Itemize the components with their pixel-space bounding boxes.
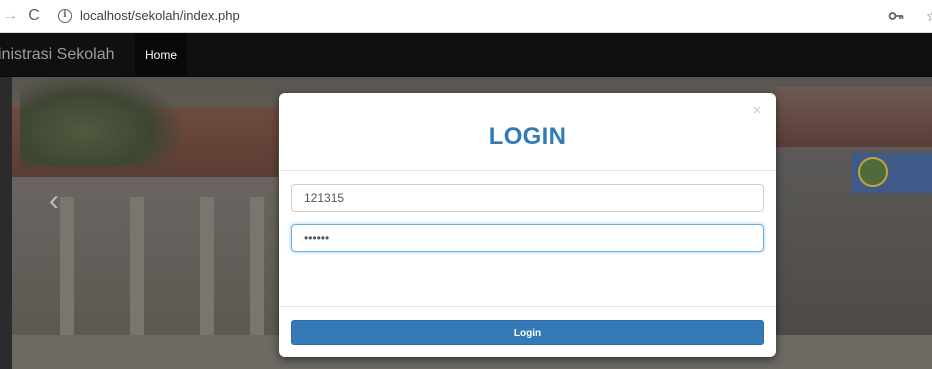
modal-title: LOGIN (488, 123, 567, 150)
tree-foliage (20, 77, 180, 167)
bookmark-star-icon[interactable]: ☆ (926, 8, 932, 24)
page-content: inistrasi Sekolah Home ‹ × LOGIN Login (0, 33, 932, 369)
nav-link-home[interactable]: Home (135, 33, 188, 77)
info-icon[interactable]: i (58, 9, 72, 23)
modal-body (279, 171, 776, 306)
login-button[interactable]: Login (291, 320, 764, 345)
url-text[interactable]: localhost/sekolah/index.php (80, 8, 240, 23)
password-input[interactable] (291, 224, 764, 252)
address-bar[interactable]: i localhost/sekolah/index.php (50, 4, 908, 29)
reload-icon[interactable]: C (24, 6, 44, 26)
browser-toolbar: → C i localhost/sekolah/index.php ☆ (0, 0, 932, 33)
navbar: inistrasi Sekolah Home (0, 33, 932, 77)
navbar-brand[interactable]: inistrasi Sekolah (0, 46, 115, 64)
back-arrow-icon[interactable]: → (0, 6, 20, 26)
key-icon[interactable] (888, 9, 904, 23)
building-roof-right (776, 87, 932, 147)
close-icon[interactable]: × (750, 103, 764, 119)
modal-footer: Login (279, 306, 776, 357)
login-modal: × LOGIN Login (279, 93, 776, 357)
carousel-prev-icon[interactable]: ‹ (40, 181, 68, 221)
image-shade (0, 77, 12, 369)
username-input[interactable] (291, 184, 764, 212)
school-logo-icon (858, 157, 888, 187)
modal-header: × LOGIN (279, 93, 776, 171)
